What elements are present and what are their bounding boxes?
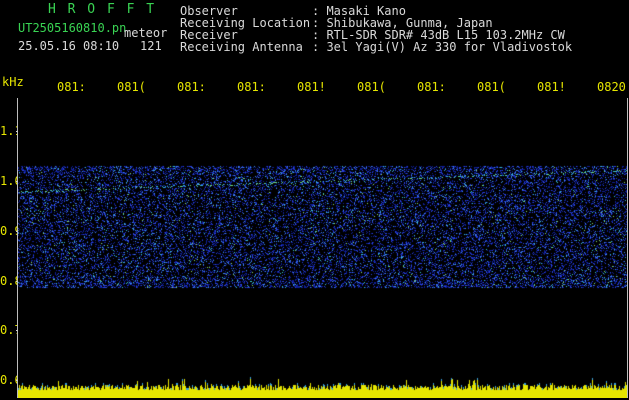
datetime-label: 25.05.16 08:10	[18, 39, 120, 53]
x-tick-9: 0820	[597, 80, 626, 94]
y-unit-label: kHz	[2, 75, 24, 89]
spectrogram-waterfall	[18, 98, 627, 398]
x-tick-7: 081(	[477, 80, 506, 94]
x-tick-8: 081!	[537, 80, 566, 94]
filename-label: UT2505160810.pn	[18, 21, 127, 35]
x-tick-3: 081:	[237, 80, 266, 94]
x-tick-2: 081:	[177, 80, 206, 94]
x-tick-0: 081:	[57, 80, 86, 94]
frame-right-line	[627, 98, 628, 398]
x-tick-5: 081(	[357, 80, 386, 94]
count-label: 121	[140, 39, 162, 53]
x-tick-4: 081!	[297, 80, 326, 94]
brand-title: H R O F F T	[48, 2, 157, 17]
meteor-label: meteor	[124, 26, 168, 40]
x-tick-1: 081(	[117, 80, 146, 94]
x-tick-6: 081:	[417, 80, 446, 94]
field-label-antenna: Receiving Antenna	[180, 40, 303, 54]
field-value-antenna: : 3el Yagi(V) Az 330 for Vladivostok	[312, 40, 573, 54]
